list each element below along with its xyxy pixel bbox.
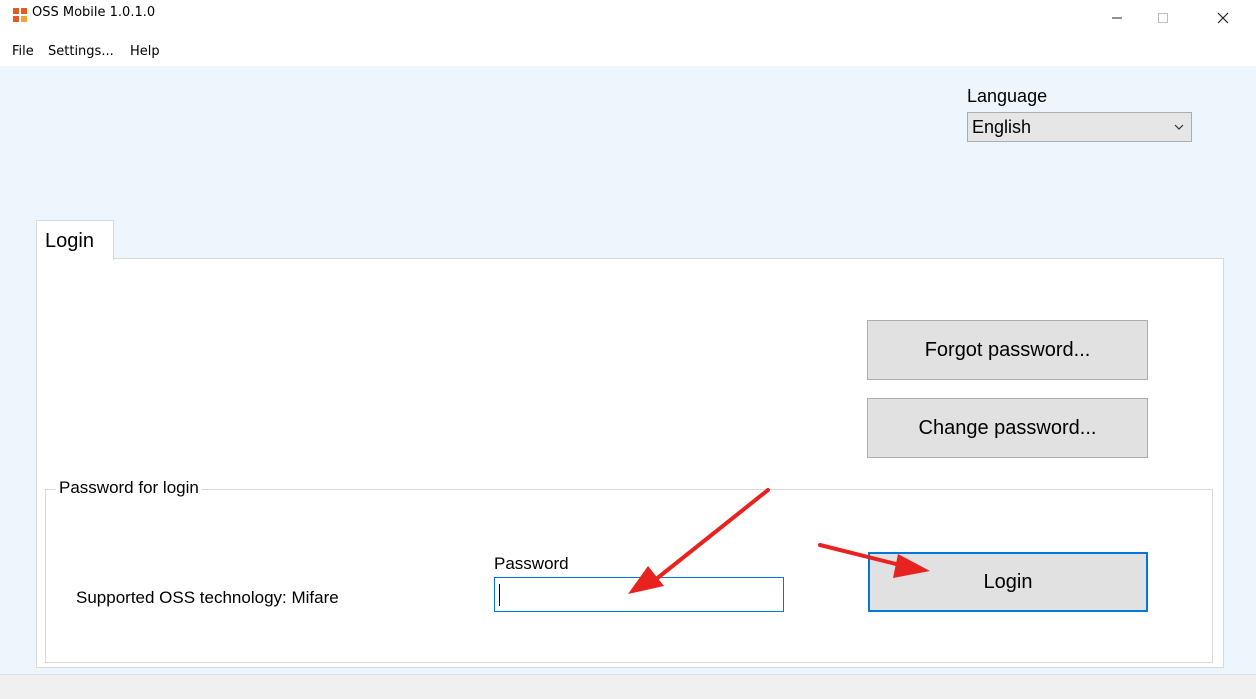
- menu-bar: File Settings... Help: [0, 36, 1256, 66]
- client-area: Language English Login Forgot password..…: [0, 66, 1256, 674]
- change-password-button[interactable]: Change password...: [867, 398, 1148, 458]
- password-input[interactable]: [494, 577, 784, 612]
- close-icon: [1217, 12, 1229, 24]
- password-groupbox: Password for login Supported OSS technol…: [45, 478, 1213, 663]
- chevron-down-icon: [1174, 124, 1184, 130]
- minimize-button[interactable]: [1094, 0, 1140, 36]
- supported-technology-text: Supported OSS technology: Mifare: [76, 588, 339, 607]
- status-bar: [0, 674, 1256, 699]
- language-label: Language: [967, 86, 1048, 106]
- text-caret: [499, 584, 500, 606]
- close-button[interactable]: [1200, 0, 1246, 36]
- menu-file[interactable]: File: [12, 44, 34, 59]
- maximize-button[interactable]: [1140, 0, 1186, 36]
- maximize-icon: [1158, 13, 1168, 23]
- menu-settings[interactable]: Settings...: [48, 44, 114, 59]
- password-label: Password: [494, 554, 569, 573]
- window-title: OSS Mobile 1.0.1.0: [32, 5, 156, 20]
- tab-login[interactable]: Login: [36, 220, 114, 260]
- login-button[interactable]: Login: [868, 552, 1148, 612]
- language-dropdown[interactable]: English: [967, 112, 1192, 142]
- language-selected-value: English: [972, 117, 1032, 137]
- minimize-icon: [1112, 17, 1122, 19]
- oss-app-icon: [13, 8, 27, 22]
- tab-login-label: Login: [45, 230, 94, 252]
- groupbox-title: Password for login: [56, 478, 202, 498]
- menu-help[interactable]: Help: [130, 44, 160, 59]
- title-bar: OSS Mobile 1.0.1.0: [0, 0, 1256, 36]
- forgot-password-button[interactable]: Forgot password...: [867, 320, 1148, 380]
- login-panel: Forgot password... Change password... Pa…: [36, 258, 1224, 668]
